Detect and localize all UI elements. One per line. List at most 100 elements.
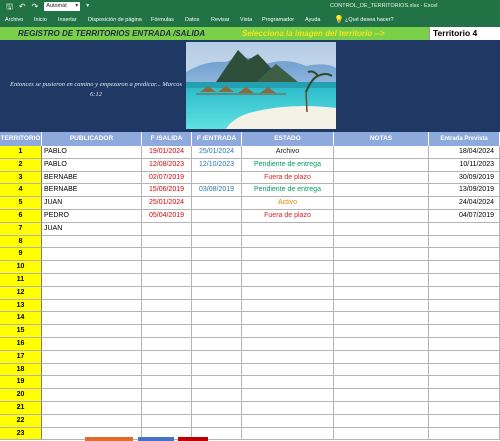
fecha-entrada-cell[interactable]	[192, 312, 242, 326]
publicador-cell[interactable]	[42, 299, 142, 313]
estado-cell[interactable]	[242, 350, 334, 364]
publicador-cell[interactable]	[42, 274, 142, 287]
estado-cell[interactable]	[242, 312, 334, 326]
notas-cell[interactable]	[334, 427, 429, 441]
redo-icon[interactable]: ↷	[32, 2, 39, 11]
territory-number-cell[interactable]: 10	[0, 261, 42, 274]
notas-cell[interactable]	[334, 274, 429, 287]
entrada-prevista-cell[interactable]	[429, 299, 500, 313]
territory-number-cell[interactable]: 22	[0, 414, 42, 428]
tab-vista[interactable]: Vista	[240, 17, 252, 23]
sheet-tab[interactable]	[178, 437, 208, 441]
publicador-cell[interactable]	[42, 261, 142, 274]
notas-cell[interactable]	[334, 171, 429, 185]
fecha-entrada-cell[interactable]	[192, 210, 242, 223]
estado-cell[interactable]: Pendiente de entrega	[242, 184, 334, 198]
fecha-entrada-cell[interactable]: 25/01/2024	[192, 146, 242, 159]
tab-programador[interactable]: Programador	[262, 17, 294, 23]
fecha-entrada-cell[interactable]	[192, 222, 242, 236]
fecha-salida-cell[interactable]	[142, 248, 192, 262]
estado-cell[interactable]	[242, 389, 334, 402]
fecha-salida-cell[interactable]	[142, 376, 192, 390]
customize-toolbar-icon[interactable]: ▾	[86, 2, 89, 11]
col-header-notas[interactable]: NOTAS	[334, 132, 429, 146]
notas-cell[interactable]	[334, 376, 429, 390]
entrada-prevista-cell[interactable]	[429, 261, 500, 274]
fecha-entrada-cell[interactable]	[192, 402, 242, 415]
publicador-cell[interactable]	[42, 389, 142, 402]
notas-cell[interactable]	[334, 197, 429, 210]
fecha-salida-cell[interactable]	[142, 389, 192, 402]
entrada-prevista-cell[interactable]	[429, 414, 500, 428]
notas-cell[interactable]	[334, 312, 429, 326]
fecha-salida-cell[interactable]	[142, 299, 192, 313]
col-header-entrada-prevista[interactable]: Entrada Prevista	[429, 132, 500, 146]
estado-cell[interactable]	[242, 402, 334, 415]
fecha-salida-cell[interactable]	[142, 274, 192, 287]
publicador-cell[interactable]	[42, 286, 142, 300]
fecha-entrada-cell[interactable]	[192, 338, 242, 351]
entrada-prevista-cell[interactable]	[429, 376, 500, 390]
territory-number-cell[interactable]: 16	[0, 338, 42, 351]
fecha-salida-cell[interactable]: 02/07/2019	[142, 171, 192, 185]
estado-cell[interactable]	[242, 261, 334, 274]
entrada-prevista-cell[interactable]	[429, 350, 500, 364]
territory-number-cell[interactable]: 23	[0, 427, 42, 441]
territory-number-cell[interactable]: 19	[0, 376, 42, 390]
fecha-salida-cell[interactable]	[142, 338, 192, 351]
fecha-entrada-cell[interactable]	[192, 197, 242, 210]
fecha-entrada-cell[interactable]	[192, 376, 242, 390]
entrada-prevista-cell[interactable]	[429, 235, 500, 249]
publicador-cell[interactable]	[42, 376, 142, 390]
notas-cell[interactable]	[334, 261, 429, 274]
territory-number-cell[interactable]: 15	[0, 325, 42, 338]
estado-cell[interactable]	[242, 427, 334, 441]
estado-cell[interactable]: Fuera de plazo	[242, 210, 334, 223]
publicador-cell[interactable]	[42, 350, 142, 364]
tab-formulas[interactable]: Fórmulas	[151, 17, 174, 23]
entrada-prevista-cell[interactable]	[429, 248, 500, 262]
fecha-entrada-cell[interactable]: 03/08/2019	[192, 184, 242, 198]
notas-cell[interactable]	[334, 338, 429, 351]
territory-number-cell[interactable]: 17	[0, 350, 42, 364]
entrada-prevista-cell[interactable]	[429, 325, 500, 338]
estado-cell[interactable]	[242, 248, 334, 262]
col-header-estado[interactable]: ESTADO	[242, 132, 334, 146]
estado-cell[interactable]: Archivo	[242, 146, 334, 159]
fecha-salida-cell[interactable]	[142, 286, 192, 300]
publicador-cell[interactable]	[42, 312, 142, 326]
notas-cell[interactable]	[334, 363, 429, 377]
territory-number-cell[interactable]: 11	[0, 274, 42, 287]
col-header-salida[interactable]: F /SALIDA	[142, 132, 192, 146]
fecha-salida-cell[interactable]: 05/04/2019	[142, 210, 192, 223]
publicador-cell[interactable]: PABLO	[42, 146, 142, 159]
publicador-cell[interactable]: PEDRO	[42, 210, 142, 223]
estado-cell[interactable]	[242, 286, 334, 300]
fecha-salida-cell[interactable]	[142, 414, 192, 428]
notas-cell[interactable]	[334, 325, 429, 338]
fecha-entrada-cell[interactable]	[192, 299, 242, 313]
fecha-entrada-cell[interactable]	[192, 171, 242, 185]
tab-inicio[interactable]: Inicio	[34, 17, 47, 23]
entrada-prevista-cell[interactable]: 13/09/2019	[429, 184, 500, 198]
territory-number-cell[interactable]: 9	[0, 248, 42, 262]
entrada-prevista-cell[interactable]: 30/09/2019	[429, 171, 500, 185]
publicador-cell[interactable]: BERNABE	[42, 171, 142, 185]
undo-icon[interactable]: ↶	[19, 2, 26, 11]
estado-cell[interactable]	[242, 338, 334, 351]
col-header-publicador[interactable]: PUBLICADOR	[42, 132, 142, 146]
publicador-cell[interactable]	[42, 414, 142, 428]
tab-ayuda[interactable]: Ayuda	[305, 17, 321, 23]
save-icon[interactable]: 🖫	[6, 2, 13, 11]
fecha-salida-cell[interactable]: 19/01/2024	[142, 146, 192, 159]
entrada-prevista-cell[interactable]	[429, 402, 500, 415]
notas-cell[interactable]	[334, 402, 429, 415]
publicador-cell[interactable]	[42, 235, 142, 249]
estado-cell[interactable]	[242, 299, 334, 313]
publicador-cell[interactable]	[42, 338, 142, 351]
territory-number-cell[interactable]: 21	[0, 402, 42, 415]
notas-cell[interactable]	[334, 184, 429, 198]
tell-me-search[interactable]: ¿Qué desea hacer?	[345, 17, 394, 23]
entrada-prevista-cell[interactable]: 24/04/2024	[429, 197, 500, 210]
territory-number-cell[interactable]: 8	[0, 235, 42, 249]
